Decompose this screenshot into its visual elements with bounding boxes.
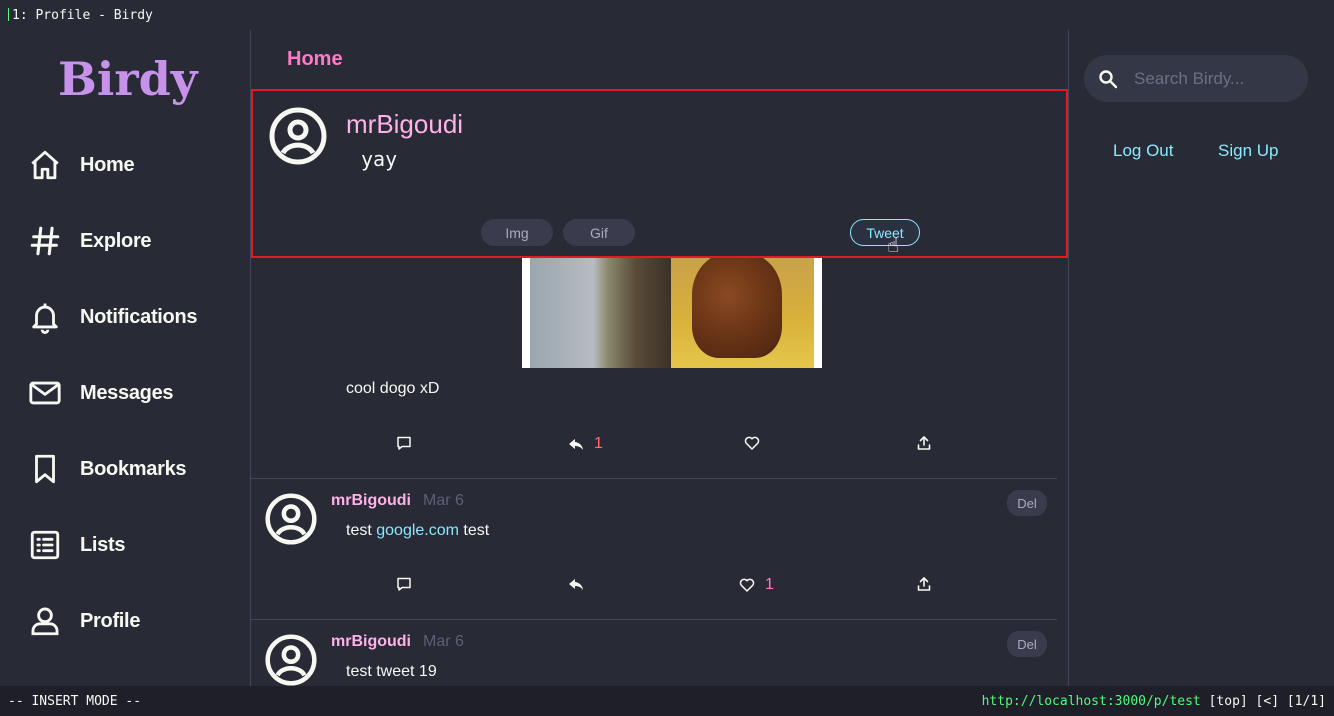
hash-icon — [30, 226, 60, 256]
retweet-button[interactable]: 1 — [568, 435, 603, 453]
tweet-date: Mar 6 — [423, 633, 464, 650]
gif-button[interactable]: Gif — [563, 219, 635, 246]
sidebar-item-label: Lists — [80, 533, 126, 556]
sidebar-item-profile[interactable]: Profile — [28, 601, 140, 641]
comment-button[interactable] — [396, 576, 412, 592]
search-input[interactable] — [1134, 55, 1299, 102]
retweet-button[interactable] — [568, 576, 584, 592]
status-url: http://localhost:3000/p/test [top] [<] [… — [982, 694, 1326, 709]
page-title: Home — [287, 48, 343, 70]
composer-username: mrBigoudi — [346, 109, 464, 139]
avatar — [265, 493, 317, 545]
sidebar-item-label: Notifications — [80, 305, 198, 328]
tweet-button[interactable]: Tweet — [850, 219, 920, 246]
current-url: http://localhost:3000/p/test — [981, 694, 1201, 709]
search-icon — [1099, 70, 1118, 89]
comment-button[interactable] — [396, 435, 412, 451]
tweet-text: test — [463, 522, 490, 539]
sidebar-item-bookmarks[interactable]: Bookmarks — [28, 449, 187, 489]
tweet-username[interactable]: mrBigoudi — [331, 633, 411, 651]
tweet-date: Mar 6 — [423, 492, 464, 509]
composer-text-input[interactable]: yay — [361, 147, 397, 171]
signup-link[interactable]: Sign Up — [1218, 141, 1278, 161]
window-title: 1: Profile - Birdy — [12, 8, 153, 23]
text-cursor — [8, 8, 9, 21]
sidebar-item-label: Messages — [80, 381, 174, 404]
tweet-actions: 1 — [251, 576, 1068, 600]
share-button[interactable] — [916, 576, 932, 592]
post-actions: 1 — [251, 435, 1068, 459]
reply-arrow-icon — [569, 439, 583, 450]
pointer-cursor-icon: ☝ — [887, 235, 900, 257]
sidebar-item-lists[interactable]: Lists — [28, 525, 125, 565]
tweet-item: mrBigoudi Mar 6 Del test google.com test… — [251, 479, 1068, 619]
status-bar: -- INSERT MODE -- http://localhost:3000/… — [0, 686, 1334, 716]
dog-shape — [692, 258, 782, 358]
user-icon — [31, 607, 59, 636]
tweet-link[interactable]: google.com — [376, 522, 459, 539]
like-button[interactable]: 1 — [739, 576, 774, 594]
sidebar-item-explore[interactable]: Explore — [28, 221, 152, 261]
sidebar-item-label: Explore — [80, 229, 152, 252]
avatar — [269, 107, 327, 165]
reply-arrow-icon — [569, 579, 583, 590]
tweet-item: mrBigoudi Mar 6 Del test tweet 19 — [251, 620, 1068, 686]
vim-mode-indicator: -- INSERT MODE -- — [8, 694, 142, 709]
tweet-composer: mrBigoudi yay Img Gif Tweet ☝ — [251, 89, 1068, 258]
retweet-count: 1 — [594, 435, 603, 452]
bell-icon — [32, 303, 58, 334]
comment-icon — [397, 436, 411, 450]
img-button[interactable]: Img — [481, 219, 553, 246]
like-count: 1 — [765, 576, 774, 593]
tweet-text: test — [346, 522, 372, 539]
bookmark-icon — [35, 454, 55, 484]
sidebar-item-label: Profile — [80, 609, 141, 632]
main-feed: Home mrBigoudi yay Img Gif Tweet ☝ cool … — [251, 30, 1068, 686]
sidebar-item-label: Bookmarks — [80, 457, 187, 480]
sidebar-item-label: Home — [80, 153, 135, 176]
tweet-text: test tweet 19 — [346, 663, 437, 680]
app-logo[interactable]: Birdy — [58, 52, 197, 106]
search-box[interactable] — [1084, 55, 1308, 102]
sidebar-item-notifications[interactable]: Notifications — [28, 297, 198, 337]
home-icon — [31, 150, 59, 180]
share-button[interactable] — [916, 435, 932, 451]
share-icon — [917, 436, 931, 450]
right-panel: Log Out Sign Up — [1069, 30, 1334, 686]
tweet-username[interactable]: mrBigoudi — [331, 492, 411, 510]
mail-icon — [29, 381, 61, 405]
sidebar: Birdy Home Explore Notifications Message… — [0, 30, 250, 686]
avatar — [265, 634, 317, 686]
delete-button[interactable]: Del — [1007, 631, 1047, 657]
logout-link[interactable]: Log Out — [1113, 141, 1174, 161]
like-button[interactable] — [744, 435, 760, 451]
list-icon — [30, 530, 60, 560]
post-text: cool dogo xD — [346, 380, 440, 397]
heart-icon — [744, 436, 760, 450]
sidebar-item-home[interactable]: Home — [28, 145, 135, 185]
image-left-half — [530, 258, 671, 368]
tweet-body: test google.com test — [346, 522, 489, 540]
share-icon — [917, 577, 931, 591]
window-title-bar: 1: Profile - Birdy — [0, 0, 1334, 30]
heart-icon — [739, 578, 755, 592]
sidebar-item-messages[interactable]: Messages — [28, 373, 174, 413]
comment-icon — [397, 577, 411, 591]
post-image[interactable] — [522, 258, 822, 368]
scroll-position: [top] [<] [1/1] — [1208, 694, 1326, 709]
delete-button[interactable]: Del — [1007, 490, 1047, 516]
